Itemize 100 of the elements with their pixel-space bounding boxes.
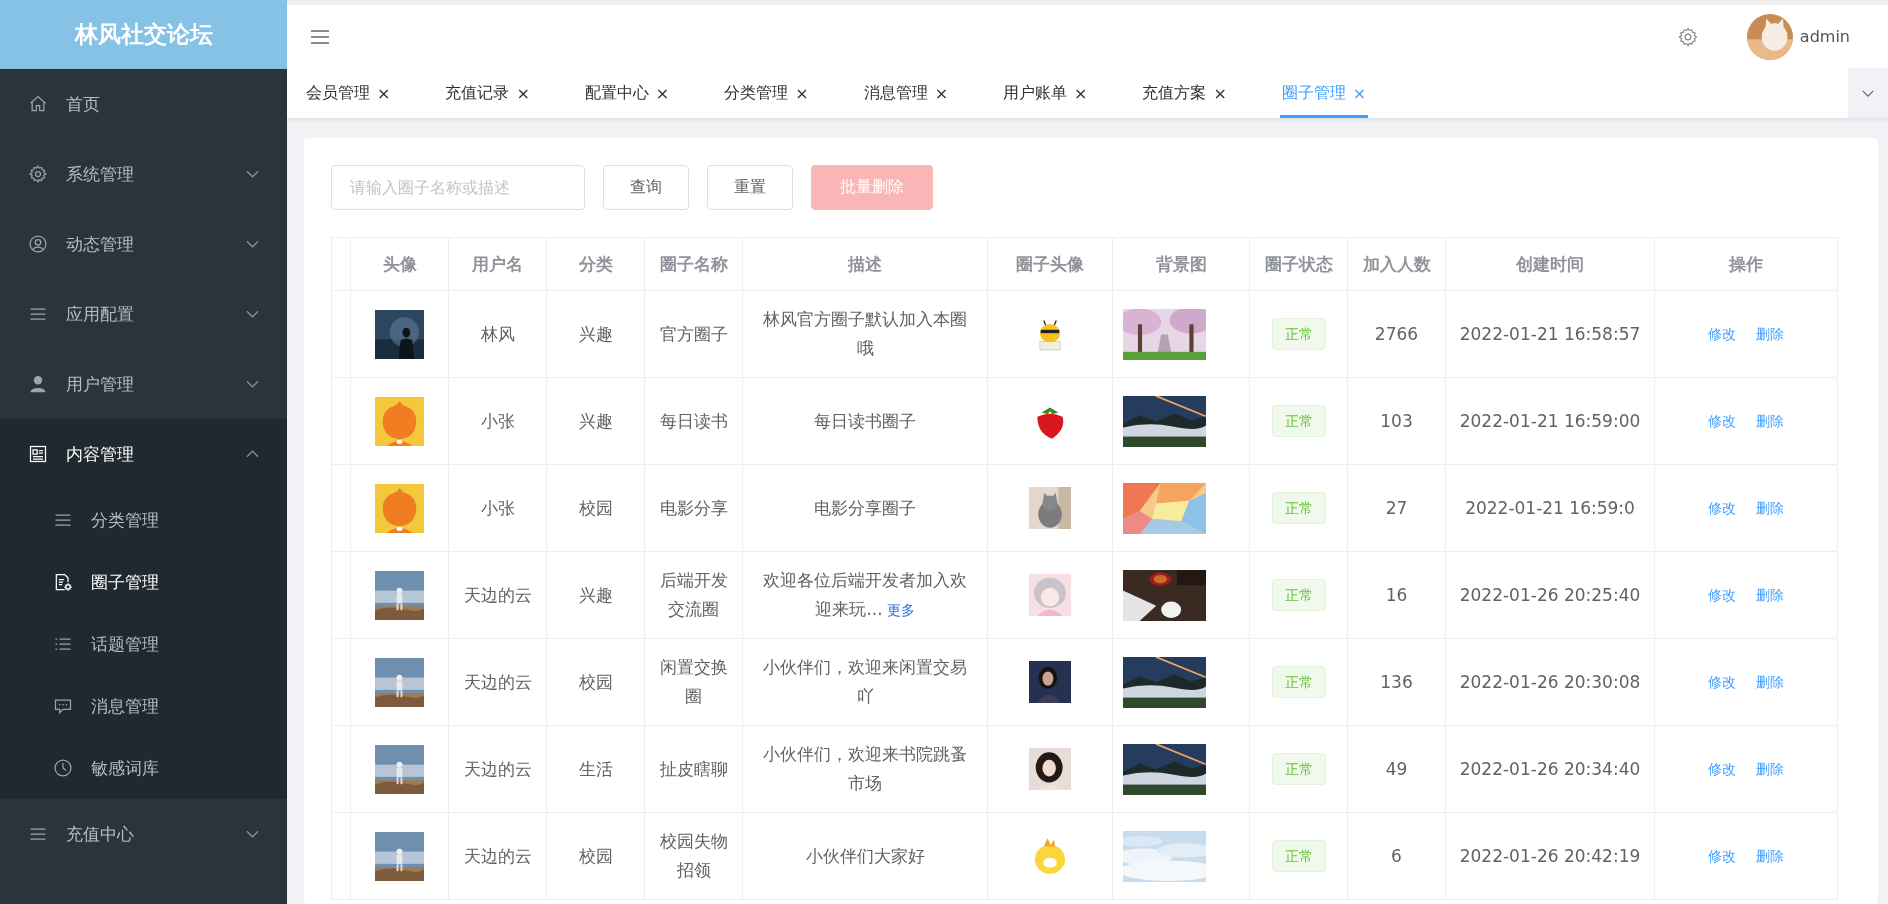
search-field[interactable]: 请输入圈子名称或描述 <box>331 165 585 210</box>
status-tag: 正常 <box>1271 318 1326 350</box>
more-link[interactable]: 更多 <box>886 601 915 618</box>
table-cell: 16 <box>1385 584 1408 605</box>
column-header: 用户名 <box>472 253 523 274</box>
sidebar-item[interactable]: 充值中心 <box>0 799 287 869</box>
chevron-down-icon <box>1861 88 1875 98</box>
tab[interactable]: 充值记录 × <box>443 68 532 118</box>
home-icon <box>28 94 48 114</box>
status-tag: 正常 <box>1271 666 1326 698</box>
table-cell: 小张 <box>480 497 515 518</box>
sidebar-item[interactable]: 动态管理 <box>0 209 287 279</box>
tab-close-button[interactable]: × <box>1074 83 1088 103</box>
tab[interactable]: 用户账单 × <box>1001 68 1090 118</box>
table-cell: 2766 <box>1374 323 1419 344</box>
table-cell: 2022-01-26 20:25:40 <box>1459 584 1641 605</box>
column-header: 描述 <box>848 253 882 274</box>
tab[interactable]: 消息管理 × <box>861 68 951 118</box>
action-button[interactable]: 查询 <box>603 165 689 210</box>
table-cell: 生活 <box>578 758 613 779</box>
settings-icon <box>28 164 48 184</box>
tab-close-button[interactable]: × <box>516 83 530 103</box>
column-header: 头像 <box>382 253 417 274</box>
table-cell: 天边的云 <box>463 671 532 692</box>
document-icon <box>28 444 48 464</box>
table-cell: 兴趣 <box>578 410 613 431</box>
clock-icon <box>53 758 73 778</box>
submenu-item[interactable]: 圈子管理 <box>0 551 287 613</box>
table-cell: 小伙伴们，欢迎来书院跳蚤市场 <box>763 744 967 793</box>
table-cell: 2022-01-21 16:59:0 <box>1465 497 1635 518</box>
sidebar-item[interactable]: 系统管理 <box>0 139 287 209</box>
table-cell: 136 <box>1380 671 1413 692</box>
table-cell: 2022-01-26 20:30:08 <box>1459 671 1641 692</box>
table-cell: 每日读书圈子 <box>814 410 916 431</box>
table-cell: 官方圈子 <box>659 323 728 344</box>
tab-close-button[interactable]: × <box>795 83 809 103</box>
tab-close-button[interactable]: × <box>377 83 391 103</box>
table-cell: 每日读书 <box>659 410 728 431</box>
table-cell: 小伙伴们，欢迎来闲置交易吖 <box>763 657 967 706</box>
table-cell: 天边的云 <box>463 758 532 779</box>
column-header: 分类 <box>578 253 613 274</box>
tab-close-button[interactable]: × <box>934 83 949 103</box>
table-cell: 电影分享圈子 <box>814 497 916 518</box>
column-header: 圈子头像 <box>1016 253 1084 274</box>
column-header: 操作 <box>1729 253 1763 274</box>
document-gear-icon <box>53 572 73 592</box>
menu-icon[interactable] <box>310 28 330 45</box>
action-button[interactable]: 重置 <box>707 165 793 210</box>
table-cell: 49 <box>1385 758 1408 779</box>
table-cell: 小伙伴们大家好 <box>805 845 925 866</box>
app-logo: 林风社交论坛 <box>0 0 287 69</box>
sidebar-item[interactable]: 应用配置 <box>0 279 287 349</box>
tab[interactable]: 会员管理 × <box>304 68 393 118</box>
table-cell: 校园 <box>578 497 613 518</box>
status-tag: 正常 <box>1271 579 1326 611</box>
user-circle-icon <box>28 234 48 254</box>
table-cell: 兴趣 <box>578 584 613 605</box>
table-cell: 扯皮瞎聊 <box>659 758 728 779</box>
table-cell: 兴趣 <box>578 323 613 344</box>
column-header: 加入人数 <box>1362 253 1431 274</box>
tab-close-button[interactable]: × <box>1213 83 1227 103</box>
table-cell: 2022-01-21 16:59:00 <box>1459 410 1641 431</box>
table-cell: 后端开发交流圈 <box>659 570 728 619</box>
sidebar-item[interactable]: 首页 <box>0 69 287 139</box>
table-cell: 电影分享 <box>659 497 728 518</box>
user-name[interactable]: admin <box>1799 27 1850 46</box>
table-cell: 小张 <box>480 410 515 431</box>
table-cell: 2022-01-26 20:34:40 <box>1459 758 1641 779</box>
settings-icon[interactable] <box>1676 25 1699 48</box>
status-tag: 正常 <box>1271 492 1326 524</box>
column-header: 背景图 <box>1155 253 1207 274</box>
tab-close-button[interactable]: × <box>655 83 670 103</box>
sidebar-item[interactable]: 用户管理 <box>0 349 287 419</box>
tab[interactable]: 配置中心 × <box>582 68 672 118</box>
table-cell: 欢迎各位后端开发者加入欢迎来玩... 更多 <box>763 569 967 619</box>
table-cell: 2022-01-21 16:58:57 <box>1459 323 1641 344</box>
submenu-item[interactable]: 敏感词库 <box>0 737 287 799</box>
status-tag: 正常 <box>1271 405 1326 437</box>
sidebar-item[interactable]: 内容管理 <box>0 419 287 489</box>
table-cell: 校园 <box>578 845 613 866</box>
table-cell: 2022-01-26 20:42:19 <box>1459 845 1641 866</box>
table-cell: 林风 <box>480 323 515 344</box>
table-cell: 校园 <box>578 671 613 692</box>
table-cell: 27 <box>1385 497 1408 518</box>
tab[interactable]: 充值方案 × <box>1140 68 1229 118</box>
table-cell: 天边的云 <box>463 584 532 605</box>
column-header: 圈子名称 <box>659 253 728 274</box>
submenu-item[interactable]: 分类管理 <box>0 489 287 551</box>
table-cell: 6 <box>1391 845 1402 866</box>
column-header: 圈子状态 <box>1264 253 1333 274</box>
status-tag: 正常 <box>1271 840 1326 872</box>
table-cell: 林风官方圈子默认加入本圈哦 <box>763 309 967 358</box>
person-icon <box>28 374 48 394</box>
submenu-item[interactable]: 消息管理 <box>0 675 287 737</box>
submenu-item[interactable]: 话题管理 <box>0 613 287 675</box>
table-cell: 闲置交换圈 <box>659 657 728 706</box>
tab[interactable]: 分类管理 × <box>722 68 811 118</box>
status-tag: 正常 <box>1271 753 1326 785</box>
table-cell: 校园失物招领 <box>659 831 728 880</box>
column-header: 创建时间 <box>1516 253 1584 274</box>
